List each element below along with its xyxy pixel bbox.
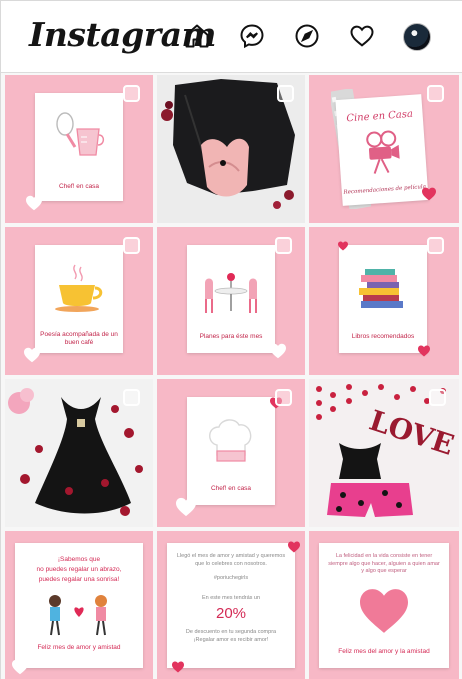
post-line-1: ¡Sabemos que [57,556,101,563]
chef-hat-icon [209,419,252,462]
promo-intro: Llegó el mes de amor y amistad y queremo… [176,553,286,567]
posts-grid: Chef! en casa Cine en Casa Recomendacion… [1,73,462,679]
select-checkbox[interactable] [123,389,140,406]
promo-description: De descuento en tu segunda compra ¡Regal… [185,629,277,643]
friends-illustration-icon [49,595,107,636]
heart-decoration-icon [176,497,196,517]
coffee-cup-icon [55,264,103,312]
compass-icon[interactable] [292,21,322,51]
heart-decoration-icon [270,343,286,359]
post-chef-en-casa[interactable]: Chef! en casa [5,75,153,223]
instagram-profile-window: Instagram Chef! en casa Cine en Casa Rec… [0,0,462,679]
heart-decoration-icon [24,347,40,363]
post-poesia[interactable]: Poesía acompañada de un buen café [5,227,153,375]
book-stack-icon [359,269,403,308]
post-card: ¡Sabemos que no puedes regalar un abrazo… [15,543,143,668]
post-quote: La felicidad en la vida consiste en tene… [328,553,440,575]
post-planes[interactable]: Planes para éste mes [157,227,305,375]
post-label: Planes para éste mes [199,333,263,340]
select-checkbox[interactable] [429,389,446,406]
post-card: Planes para éste mes [187,245,275,353]
heart-decoration-icon [288,541,300,553]
post-felicidad[interactable]: La felicidad en la vida consiste en tene… [309,531,459,679]
post-line-3: puedes regalar una sonrisa! [38,576,120,583]
select-checkbox[interactable] [427,237,444,254]
heart-decoration-icon [26,195,42,211]
post-libros[interactable]: Libros recomendados [309,227,459,375]
select-checkbox[interactable] [275,389,292,406]
post-line-2: no puedes regalar un abrazo, [36,566,122,573]
post-black-pajama-photo[interactable] [157,75,305,223]
heart-decoration-icon [12,659,28,675]
heart-decoration-icon [172,661,184,673]
top-nav-bar: Instagram [1,1,462,73]
post-chef-en-casa-2[interactable]: Chef! en casa [157,379,305,527]
post-label: Chef! en casa [210,485,252,492]
post-label: Libros recomendados [351,333,415,340]
home-icon[interactable] [182,21,212,51]
promo-line: En este mes tendrás un [201,595,261,601]
post-card: Llegó el mes de amor y amistad y queremo… [167,543,295,668]
post-card: Chef! en casa [187,397,275,505]
select-checkbox[interactable] [275,237,292,254]
movie-camera-icon [366,130,400,174]
post-card: Cine en Casa Recomendaciones de película [335,94,429,206]
post-footer: Feliz mes del amor y la amistad [338,648,430,655]
select-checkbox[interactable] [123,237,140,254]
heart-decoration-icon [418,345,430,357]
kitchen-utensils-icon [56,112,105,156]
select-checkbox[interactable] [277,85,294,102]
heart-decoration-icon [338,241,348,251]
select-checkbox[interactable] [123,85,140,102]
post-descuento[interactable]: Llegó el mes de amor y amistad y queremo… [157,531,305,679]
heart-icon[interactable] [347,21,377,51]
heart-decoration-icon [422,187,436,201]
profile-avatar[interactable] [403,23,431,51]
dinner-table-icon [205,273,257,313]
select-checkbox[interactable] [427,85,444,102]
post-label: Chef! en casa [58,183,100,190]
promo-percent: 20% [215,605,247,622]
promo-hashtag: #poriuchegirls [213,575,249,581]
post-black-dress-photo[interactable] [5,379,153,527]
post-title: Cine en Casa [346,108,414,125]
messenger-icon[interactable] [237,21,267,51]
post-label: Poesía acompañada de un buen café [40,331,118,347]
post-card: Libros recomendados [339,245,427,353]
post-cine-en-casa[interactable]: Cine en Casa Recomendaciones de película [309,75,459,223]
post-card: Poesía acompañada de un buen café [35,245,123,353]
post-subtitle: Recomendaciones de película [343,184,427,196]
post-love-pajama-photo[interactable]: LOVE [309,379,459,527]
post-sonrisa[interactable]: ¡Sabemos que no puedes regalar un abrazo… [5,531,153,679]
post-footer: Feliz mes de amor y amistad [37,644,121,651]
post-card: La felicidad en la vida consiste en tene… [319,543,449,668]
big-heart-icon [360,589,408,633]
post-card: Chef! en casa [35,93,123,201]
